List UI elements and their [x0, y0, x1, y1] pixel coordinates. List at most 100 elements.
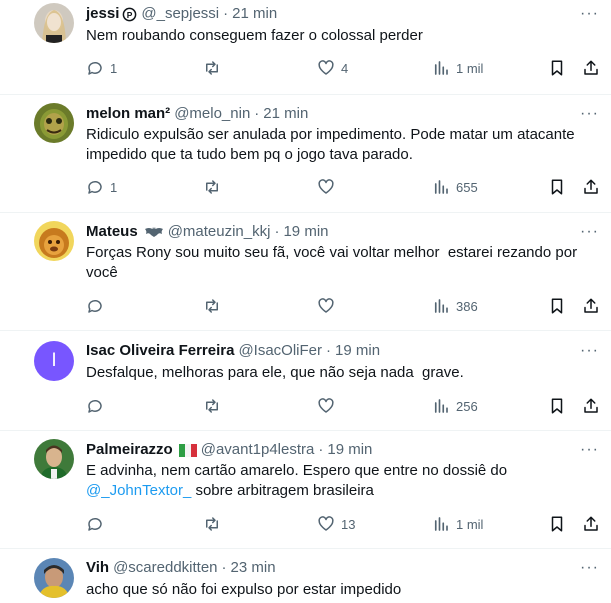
tweet-header: Palmeirazzo @avant1p4lestra · 19 min	[86, 440, 372, 460]
reply-icon	[86, 178, 104, 196]
handle[interactable]: @melo_nin	[174, 104, 250, 124]
share-button[interactable]	[582, 514, 600, 534]
retweet-button[interactable]	[203, 396, 227, 416]
like-button[interactable]	[317, 296, 341, 316]
handle[interactable]: @avant1p4lestra	[201, 440, 315, 460]
avatar[interactable]	[34, 103, 74, 143]
bat-icon	[144, 226, 164, 238]
bookmark-button[interactable]	[548, 177, 566, 197]
views-button[interactable]: 1 mil	[432, 514, 483, 534]
display-name[interactable]: Vih	[86, 558, 109, 578]
bar-chart-icon	[432, 515, 450, 533]
tweet-text-line: acho que só não foi expulso por estar im…	[86, 581, 402, 598]
bookmark-icon	[548, 178, 566, 196]
avatar[interactable]	[34, 439, 74, 479]
views-count: 1 mil	[456, 60, 484, 76]
share-button[interactable]	[582, 296, 600, 316]
more-options-icon[interactable]: ···	[580, 442, 599, 458]
heart-icon	[317, 59, 335, 77]
bookmark-icon	[548, 59, 566, 77]
like-button[interactable]: 13	[317, 514, 355, 534]
timestamp[interactable]: 21 min	[263, 104, 308, 124]
bookmark-icon	[548, 397, 566, 415]
timestamp[interactable]: 19 min	[327, 440, 372, 460]
reply-feed: jessi P @_sepjessi · 21 min ··· Nem roub…	[0, 0, 611, 603]
reply-button[interactable]	[86, 396, 110, 416]
svg-text:P: P	[127, 9, 133, 19]
share-button[interactable]	[582, 396, 600, 416]
bar-chart-icon	[432, 178, 450, 196]
retweet-button[interactable]	[203, 58, 227, 78]
tweet-text: Desfalque, melhoras para ele, que não se…	[86, 363, 596, 383]
tweet[interactable]: melon man² @melo_nin · 21 min ··· Ridicu…	[0, 95, 611, 213]
display-name[interactable]: Isac Oliveira Ferreira	[86, 341, 234, 361]
like-button[interactable]	[317, 177, 341, 197]
avatar[interactable]	[34, 558, 74, 598]
handle[interactable]: @IsacOliFer	[238, 341, 322, 361]
tweet-text: acho que só não foi expulso por estar im…	[86, 580, 596, 600]
retweet-button[interactable]	[203, 177, 227, 197]
reply-button[interactable]: 1	[86, 177, 117, 197]
avatar[interactable]	[34, 3, 74, 43]
views-button[interactable]: 655	[432, 177, 478, 197]
share-button[interactable]	[582, 58, 600, 78]
like-button[interactable]	[317, 396, 341, 416]
mention-link[interactable]: @_JohnTextor_	[86, 482, 191, 499]
reply-count: 1	[110, 60, 118, 76]
reply-button[interactable]	[86, 296, 110, 316]
avatar[interactable]	[34, 221, 74, 261]
timestamp[interactable]: 19 min	[335, 341, 380, 361]
views-button[interactable]: 256	[432, 396, 478, 416]
more-options-icon[interactable]: ···	[580, 343, 599, 359]
handle[interactable]: @scareddkitten	[113, 558, 217, 578]
tweet[interactable]: Vih @scareddkitten · 23 min ··· acho que…	[0, 549, 611, 603]
views-count: 256	[456, 398, 478, 414]
bar-chart-icon	[432, 59, 450, 77]
bar-chart-icon	[432, 297, 450, 315]
handle[interactable]: @mateuzin_kkj	[168, 222, 271, 242]
more-options-icon[interactable]: ···	[580, 560, 599, 576]
retweet-button[interactable]	[203, 514, 227, 534]
handle[interactable]: @_sepjessi	[141, 4, 219, 24]
views-button[interactable]: 386	[432, 296, 478, 316]
retweet-icon	[203, 397, 221, 415]
bookmark-button[interactable]	[548, 514, 566, 534]
reply-button[interactable]	[86, 514, 110, 534]
separator-dot: ·	[254, 105, 260, 122]
timestamp[interactable]: 21 min	[232, 4, 277, 24]
tweet-text-line: Forças Rony sou muito seu fã, você vai v…	[86, 244, 578, 261]
tweet-text-line: você	[86, 264, 118, 281]
avatar[interactable]: I	[34, 341, 74, 381]
tweet-actions: 1 4 1 mil	[86, 58, 598, 78]
display-name[interactable]: melon man²	[86, 104, 170, 124]
bookmark-button[interactable]	[548, 58, 566, 78]
tweet-text-tail: sobre arbitragem brasileira	[191, 482, 374, 499]
reply-count: 1	[110, 179, 118, 195]
timestamp[interactable]: 23 min	[231, 558, 276, 578]
tweet[interactable]: Palmeirazzo @avant1p4lestra · 19 min ···…	[0, 431, 611, 549]
more-options-icon[interactable]: ···	[580, 6, 599, 22]
display-name[interactable]: Palmeirazzo	[86, 440, 173, 460]
bookmark-button[interactable]	[548, 296, 566, 316]
heart-icon	[317, 515, 335, 533]
tweet-text-line: impedido que ta tudo bem pq o jogo tava …	[86, 146, 413, 163]
like-button[interactable]: 4	[317, 58, 348, 78]
bookmark-button[interactable]	[548, 396, 566, 416]
more-options-icon[interactable]: ···	[580, 224, 599, 240]
views-button[interactable]: 1 mil	[432, 58, 483, 78]
timestamp[interactable]: 19 min	[283, 222, 328, 242]
reply-button[interactable]: 1	[86, 58, 117, 78]
tweet[interactable]: Mateus @mateuzin_kkj · 19 min ··· Forças…	[0, 213, 611, 331]
views-count: 1 mil	[456, 516, 484, 532]
share-button[interactable]	[582, 177, 600, 197]
tweet-header: melon man² @melo_nin · 21 min	[86, 104, 308, 124]
tweet-header: jessi P @_sepjessi · 21 min	[86, 4, 277, 24]
display-name[interactable]: jessi	[86, 4, 119, 24]
more-options-icon[interactable]: ···	[580, 106, 599, 122]
display-name[interactable]: Mateus	[86, 222, 138, 242]
heart-icon	[317, 297, 335, 315]
tweet[interactable]: jessi P @_sepjessi · 21 min ··· Nem roub…	[0, 0, 611, 95]
retweet-icon	[203, 178, 221, 196]
tweet[interactable]: I Isac Oliveira Ferreira @IsacOliFer · 1…	[0, 331, 611, 431]
retweet-button[interactable]	[203, 296, 227, 316]
